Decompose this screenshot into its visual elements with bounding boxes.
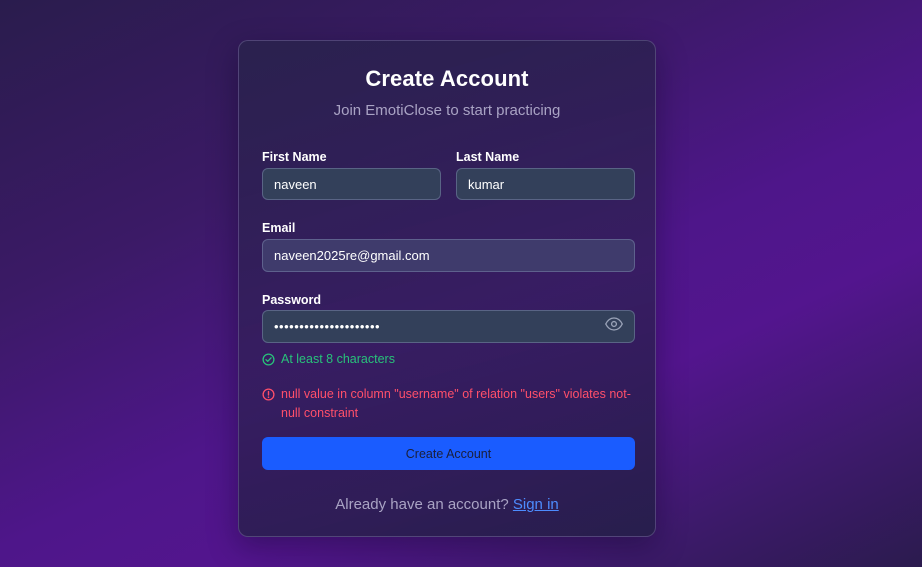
signup-card: Create Account Join EmotiClose to start …	[238, 40, 656, 537]
last-name-label: Last Name	[456, 150, 520, 164]
password-hint-text: At least 8 characters	[281, 352, 395, 366]
eye-icon[interactable]	[605, 317, 623, 331]
create-account-button[interactable]: Create Account	[262, 437, 635, 470]
error-text: null value in column "username" of relat…	[281, 387, 631, 420]
password-label: Password	[262, 293, 322, 307]
page-subtitle: Join EmotiClose to start practicing	[333, 102, 561, 119]
page-title: Create Account	[365, 66, 529, 91]
signin-prompt: Already have an account? Sign in	[239, 496, 655, 513]
password-input[interactable]	[262, 310, 635, 343]
password-hint: At least 8 characters	[262, 352, 395, 366]
first-name-label: First Name	[262, 150, 327, 164]
check-circle-icon	[262, 352, 275, 366]
last-name-input[interactable]	[456, 168, 635, 200]
alert-circle-icon	[262, 388, 275, 401]
first-name-input[interactable]	[262, 168, 441, 200]
error-message: null value in column "username" of relat…	[262, 385, 632, 423]
email-input[interactable]	[262, 239, 635, 272]
signin-prompt-text: Already have an account?	[335, 496, 509, 513]
signin-link[interactable]: Sign in	[513, 496, 559, 513]
email-label: Email	[262, 221, 296, 235]
